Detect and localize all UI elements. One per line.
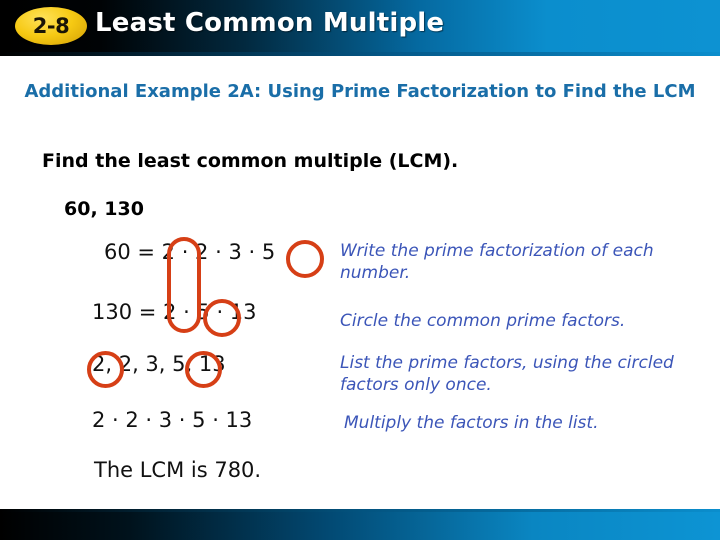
given-numbers: 60, 130: [64, 198, 144, 220]
header-divider: [0, 52, 720, 56]
note-write-prime-factorization: Write the prime factorization of each nu…: [340, 241, 654, 283]
slide-canvas: 2-8 Least Common Multiple Additional Exa…: [0, 0, 720, 540]
product-line: 2 · 2 · 3 · 5 · 13: [92, 408, 253, 432]
note-multiply-factors: Multiply the factors in the list.: [344, 413, 599, 433]
factorization-line-60: 60 = 2 · 2 · 3 · 5: [104, 240, 276, 264]
page-title: Least Common Multiple: [95, 8, 445, 38]
lcm-answer-line: The LCM is 780.: [94, 458, 262, 482]
lesson-number-label: 2-8: [32, 14, 70, 38]
problem-prompt: Find the least common multiple (LCM).: [42, 150, 459, 172]
factor-list-line: 2, 2, 3, 5, 13: [92, 352, 226, 376]
note-circle-common-factors: Circle the common prime factors.: [340, 311, 626, 331]
factorization-line-130: 130 = 2 · 5 · 13: [92, 300, 257, 324]
slide-footer: © HOLT McDOUGAL, All Rights Reserved Bac…: [0, 512, 720, 540]
note-list-prime-factors: List the prime factors, using the circle…: [340, 353, 674, 395]
example-subtitle: Additional Example 2A: Using Prime Facto…: [24, 81, 696, 102]
circle-marker-five-in-60: [286, 240, 324, 278]
lesson-number-badge: 2-8: [15, 7, 87, 45]
slide-header: 2-8 Least Common Multiple: [0, 0, 720, 52]
